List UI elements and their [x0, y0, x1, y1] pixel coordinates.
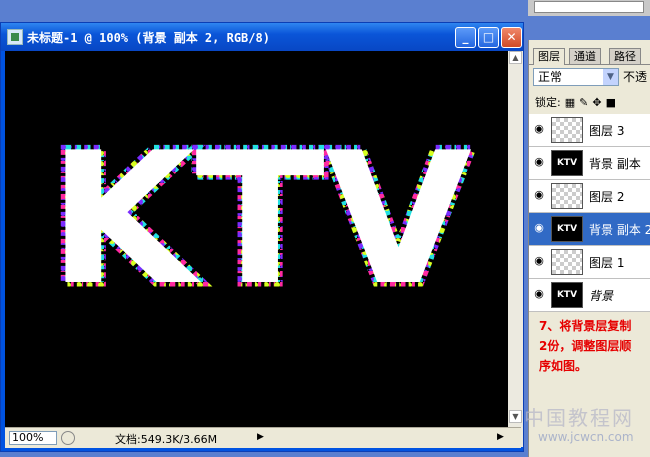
- chevron-down-icon[interactable]: ▼: [603, 69, 618, 85]
- lock-label: 锁定:: [535, 96, 561, 109]
- panel-tabs: 图层 通道 路径: [529, 46, 650, 65]
- layer-row[interactable]: ◉ KTV 背景: [529, 279, 650, 312]
- close-button[interactable]: ✕: [501, 27, 522, 48]
- layer-row[interactable]: ◉ KTV 背景 副本: [529, 147, 650, 180]
- lock-all-icon[interactable]: ■: [606, 96, 616, 109]
- eye-icon[interactable]: ◉: [532, 122, 546, 136]
- status-bar: 100% 文档:549.3K/3.66M ▶ ▶: [5, 427, 521, 448]
- layer-row[interactable]: ◉ 图层 1: [529, 246, 650, 279]
- photoshop-document-icon: [7, 29, 23, 45]
- layer-name: 图层 3: [589, 124, 625, 138]
- canvas-text: KTV: [48, 113, 472, 325]
- tab-channels[interactable]: 通道: [569, 48, 601, 64]
- document-size-info: 文档:549.3K/3.66M: [115, 433, 218, 446]
- image-canvas[interactable]: KTV: [5, 51, 519, 447]
- eye-icon[interactable]: ◉: [532, 188, 546, 202]
- status-menu-icon[interactable]: [61, 431, 75, 445]
- zoom-field[interactable]: 100%: [9, 431, 57, 445]
- eye-icon[interactable]: ◉: [532, 221, 546, 235]
- blend-mode-value: 正常: [538, 70, 563, 84]
- scroll-down-icon[interactable]: ▼: [509, 410, 522, 423]
- vertical-scrollbar[interactable]: ▲ ▼: [508, 51, 523, 447]
- top-panel-item[interactable]: [534, 1, 644, 13]
- lock-transparency-icon[interactable]: ▦: [565, 96, 575, 109]
- eye-icon[interactable]: ◉: [532, 254, 546, 268]
- layer-name: 图层 2: [589, 190, 625, 204]
- layer-thumbnail: [551, 117, 583, 143]
- lock-row: 锁定: ▦ ✎ ✥ ■: [531, 94, 616, 110]
- instruction-line: 2份，调整图层顺: [539, 339, 632, 353]
- layer-list: ◉ 图层 3 ◉ KTV 背景 副本 ◉ 图层 2 ◉ KTV 背景 副本 2 …: [529, 114, 650, 312]
- layer-row[interactable]: ◉ 图层 3: [529, 114, 650, 147]
- eye-icon[interactable]: ◉: [532, 287, 546, 301]
- title-bar[interactable]: 未标题-1 @ 100% (背景 副本 2, RGB/8) _ □ ✕: [1, 23, 523, 51]
- document-window: 未标题-1 @ 100% (背景 副本 2, RGB/8) _ □ ✕ KTV …: [0, 22, 524, 452]
- layer-name: 背景 副本: [589, 157, 641, 171]
- lock-move-icon[interactable]: ✥: [592, 96, 601, 109]
- tab-paths[interactable]: 路径: [609, 48, 641, 64]
- ktv-artwork: KTV: [44, 109, 477, 330]
- layer-name: 背景 副本 2: [589, 223, 650, 237]
- layer-thumbnail: KTV: [551, 216, 583, 242]
- layer-thumbnail: KTV: [551, 150, 583, 176]
- watermark-url: www.jcwcn.com: [538, 430, 634, 444]
- maximize-button[interactable]: □: [478, 27, 499, 48]
- status-arrow-icon[interactable]: ▶: [257, 432, 264, 442]
- layer-thumbnail: KTV: [551, 282, 583, 308]
- layers-panel: 图层 通道 路径 正常 ▼ 不透 锁定: ▦ ✎ ✥ ■ ◉ 图层 3 ◉ KTV 背景…: [528, 40, 650, 457]
- instruction-line: 7、将背景层复制: [539, 319, 632, 333]
- layer-row[interactable]: ◉ 图层 2: [529, 180, 650, 213]
- eye-icon[interactable]: ◉: [532, 155, 546, 169]
- watermark-site-name: 中国教程网: [524, 406, 634, 430]
- layer-thumbnail: [551, 183, 583, 209]
- watermark: 中国教程网 www.jcwcn.com: [524, 402, 650, 457]
- top-panel-strip: [528, 0, 650, 16]
- instruction-text: 7、将背景层复制 2份，调整图层顺 序如图。: [539, 316, 649, 376]
- blend-mode-select[interactable]: 正常 ▼: [533, 68, 619, 86]
- opacity-label: 不透: [623, 70, 648, 84]
- scroll-up-icon[interactable]: ▲: [509, 51, 522, 64]
- scroll-right-icon[interactable]: ▶: [497, 432, 504, 442]
- layer-name: 背景: [589, 289, 614, 303]
- instruction-line: 序如图。: [539, 359, 588, 373]
- layer-thumbnail: [551, 249, 583, 275]
- window-title: 未标题-1 @ 100% (背景 副本 2, RGB/8): [27, 31, 270, 45]
- layer-row-selected[interactable]: ◉ KTV 背景 副本 2: [529, 213, 650, 246]
- layer-name: 图层 1: [589, 256, 625, 270]
- minimize-button[interactable]: _: [455, 27, 476, 48]
- tab-layers[interactable]: 图层: [533, 48, 565, 65]
- lock-brush-icon[interactable]: ✎: [579, 96, 588, 109]
